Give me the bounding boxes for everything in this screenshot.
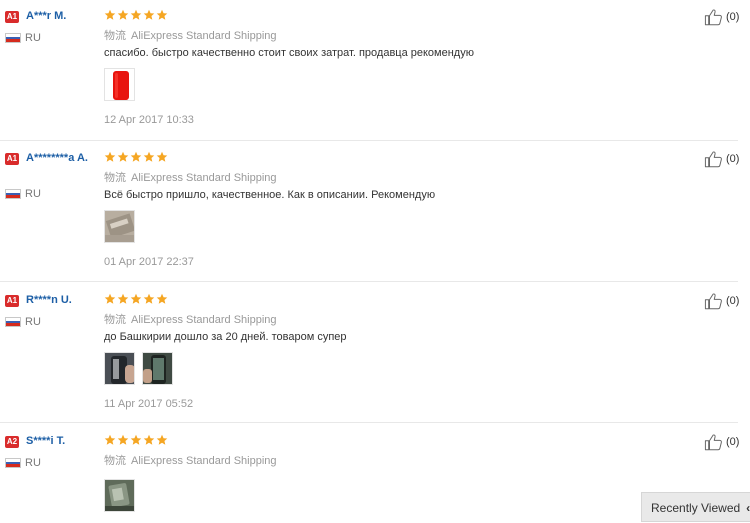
- phone-in-hand-image: [143, 353, 172, 384]
- star-rating: [104, 151, 168, 165]
- logistics-label: 物流: [104, 30, 126, 42]
- recently-viewed-label: Recently Viewed: [651, 501, 741, 515]
- russia-flag-icon: [5, 189, 21, 199]
- shipping-method: 物流 AliExpress Standard Shipping: [104, 311, 277, 327]
- star-icon: [156, 293, 168, 305]
- helpful-button[interactable]: (0): [704, 150, 739, 168]
- review-item: A2 S****i T. RU 物流 AliExpress Standard Sh…: [0, 422, 739, 522]
- reviewer-country: RU: [25, 316, 41, 328]
- product-photo-image: [105, 480, 134, 511]
- reviewer-name[interactable]: A***r M.: [26, 10, 98, 23]
- reviewer-name[interactable]: A********a A.: [26, 152, 98, 165]
- review-photo[interactable]: [104, 479, 135, 512]
- phone-in-hand-image: [105, 353, 134, 384]
- thumbs-up-icon: [704, 433, 724, 451]
- shipping-method: 物流 AliExpress Standard Shipping: [104, 27, 277, 43]
- review-item: A1 A***r M. RU 物流 AliExpress Standard Shi…: [0, 0, 739, 141]
- star-icon: [130, 151, 142, 163]
- helpful-count: (0): [726, 295, 740, 307]
- product-photo-image: [105, 211, 134, 242]
- review-date: 11 Apr 2017 05:52: [104, 398, 194, 410]
- shipping-method: 物流 AliExpress Standard Shipping: [104, 452, 277, 468]
- star-icon: [143, 9, 155, 21]
- star-icon: [104, 151, 116, 163]
- star-icon: [156, 9, 168, 21]
- star-icon: [156, 434, 168, 446]
- star-icon: [117, 9, 129, 21]
- star-icon: [143, 293, 155, 305]
- star-icon: [104, 293, 116, 305]
- shipping-method-name: AliExpress Standard Shipping: [131, 314, 277, 326]
- shipping-method: 物流 AliExpress Standard Shipping: [104, 169, 277, 185]
- shipping-method-name: AliExpress Standard Shipping: [131, 172, 277, 184]
- reviewer-country: RU: [25, 188, 41, 200]
- star-icon: [130, 293, 142, 305]
- chevron-left-icon: ‹: [746, 501, 750, 515]
- russia-flag-icon: [5, 458, 21, 468]
- star-rating: [104, 434, 168, 448]
- review-comment: до Башкирии дошло за 20 дней. товаром су…: [104, 331, 347, 343]
- buyer-level-badge: A1: [5, 295, 19, 307]
- shipping-method-name: AliExpress Standard Shipping: [131, 455, 277, 467]
- review-item: A1 A********a A. RU 物流 AliExpress Standar…: [0, 140, 739, 282]
- star-icon: [143, 434, 155, 446]
- star-icon: [143, 151, 155, 163]
- logistics-label: 物流: [104, 455, 126, 467]
- buyer-level-badge: A2: [5, 436, 19, 448]
- thumbs-up-icon: [704, 150, 724, 168]
- thumbs-up-icon: [704, 292, 724, 310]
- buyer-level-badge: A1: [5, 11, 19, 23]
- review-photo[interactable]: [104, 352, 135, 385]
- logistics-label: 物流: [104, 172, 126, 184]
- star-icon: [130, 434, 142, 446]
- review-date: 01 Apr 2017 22:37: [104, 256, 194, 268]
- logistics-label: 物流: [104, 314, 126, 326]
- star-icon: [156, 151, 168, 163]
- star-icon: [104, 9, 116, 21]
- russia-flag-icon: [5, 317, 21, 327]
- review-photo[interactable]: [104, 68, 135, 101]
- red-phone-case-image: [105, 69, 134, 100]
- reviewer-name[interactable]: S****i T.: [26, 435, 98, 448]
- review-comment: спасибо. быстро качественно стоит своих …: [104, 47, 474, 59]
- star-rating: [104, 9, 168, 23]
- star-icon: [117, 151, 129, 163]
- helpful-button[interactable]: (0): [704, 292, 739, 310]
- helpful-count: (0): [726, 436, 740, 448]
- star-icon: [130, 9, 142, 21]
- helpful-count: (0): [726, 153, 740, 165]
- star-icon: [104, 434, 116, 446]
- russia-flag-icon: [5, 33, 21, 43]
- star-rating: [104, 293, 168, 307]
- review-date: 12 Apr 2017 10:33: [104, 114, 194, 126]
- reviewer-country: RU: [25, 32, 41, 44]
- reviewer-name[interactable]: R****n U.: [26, 294, 98, 307]
- review-photo[interactable]: [142, 352, 173, 385]
- review-item: A1 R****n U. RU 物流 AliExpress Standard Sh…: [0, 281, 739, 423]
- thumbs-up-icon: [704, 8, 724, 26]
- helpful-button[interactable]: (0): [704, 8, 739, 26]
- review-photo[interactable]: [104, 210, 135, 243]
- shipping-method-name: AliExpress Standard Shipping: [131, 30, 277, 42]
- reviewer-country: RU: [25, 457, 41, 469]
- helpful-button[interactable]: (0): [704, 433, 739, 451]
- star-icon: [117, 293, 129, 305]
- star-icon: [117, 434, 129, 446]
- recently-viewed-tab[interactable]: Recently Viewed ‹: [641, 492, 750, 522]
- buyer-level-badge: A1: [5, 153, 19, 165]
- review-comment: Всё быстро пришло, качественное. Как в о…: [104, 189, 436, 201]
- helpful-count: (0): [726, 11, 740, 23]
